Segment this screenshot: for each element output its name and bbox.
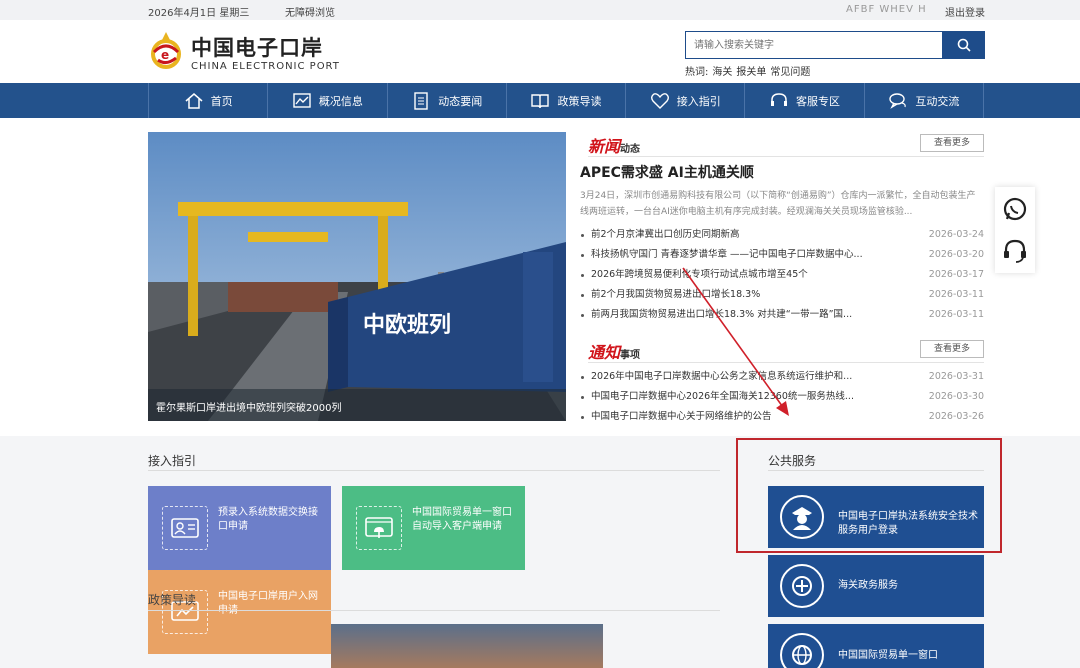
annotation-arrow-icon [682, 267, 789, 416]
